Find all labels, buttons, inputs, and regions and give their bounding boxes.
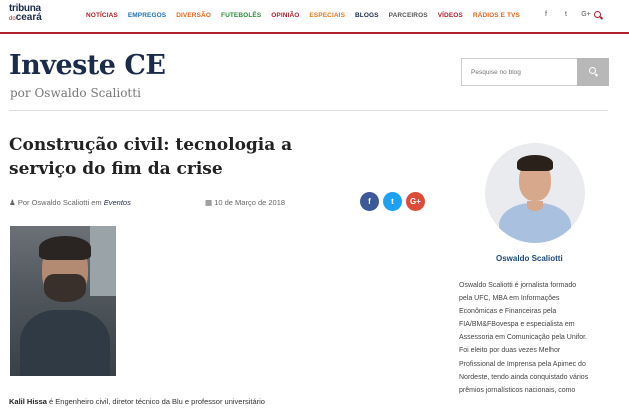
share-facebook-button[interactable]: f [360,192,379,211]
site-logo[interactable]: tribuna doceará [9,4,47,23]
bio-line: Nordeste, tendo ainda conquistado vários [459,373,589,381]
article-photo [10,226,116,376]
facebook-icon[interactable]: f [541,11,551,18]
article-title[interactable]: Construção civil: tecnologia a serviço d… [9,133,359,181]
article-category-link[interactable]: Eventos [104,198,131,207]
bio-line: FIA/BM&FBovespa e especialista em [459,321,575,329]
date-text: 10 de Março de 2018 [214,198,286,207]
google-plus-icon[interactable]: G+ [581,11,591,18]
bio-line: Foi eleito por duas vezes Melhor [459,347,561,355]
nav-item-especiais[interactable]: ESPECIAIS [309,12,345,19]
article-author: ♟ Por Oswaldo Scaliotti em Eventos [9,198,131,207]
share-buttons: f t G+ [360,192,425,211]
author-bio: Oswaldo Scaliotti é jornalista formado p… [459,279,619,397]
author-text: Por Oswaldo Scaliotti em [17,198,102,207]
nav-item-blogs[interactable]: BLOGS [355,12,379,19]
share-twitter-button[interactable]: t [383,192,402,211]
twitter-icon[interactable]: t [561,11,571,18]
bio-line: Profissional de Imprensa pela Apimec do [459,360,586,368]
nav-item-radios-tvs[interactable]: RÁDIOS E TVS [473,12,520,19]
header-divider [9,110,608,111]
blog-search [461,58,609,86]
nav-item-opiniao[interactable]: OPINIÃO [271,12,299,19]
calendar-icon: ▦ [205,198,213,207]
nav-item-noticias[interactable]: NOTÍCIAS [86,12,118,19]
user-icon: ♟ [9,198,16,207]
top-nav-bar: tribuna doceará NOTÍCIAS EMPREGOS DIVERS… [0,0,629,34]
blog-subtitle: por Oswaldo Scaliotti [10,86,141,100]
nav-item-parceiros[interactable]: PARCEIROS [389,12,428,19]
nav-item-empregos[interactable]: EMPREGOS [128,12,166,19]
caption-text: é Engenheiro civil, diretor técnico da B… [46,397,265,406]
caption-name: Kalil Hissa [9,397,47,406]
author-name[interactable]: Oswaldo Scaliotti [496,254,563,263]
blog-search-input[interactable] [461,58,577,86]
search-icon[interactable] [593,10,603,20]
bio-line: prêmios jornalísticos nacionais, como [459,386,576,394]
nav-item-futeboles[interactable]: FUTEBOLÊS [221,12,261,19]
main-nav: NOTÍCIAS EMPREGOS DIVERSÃO FUTEBOLÊS OPI… [86,12,530,19]
author-avatar [485,143,585,243]
share-google-plus-button[interactable]: G+ [406,192,425,211]
bio-line: pela UFC, MBA em Informações [459,295,560,303]
nav-item-videos[interactable]: VÍDEOS [438,12,463,19]
article-date: ▦ 10 de Março de 2018 [205,198,285,207]
bio-line: Oswaldo Scaliotti é jornalista formado [459,282,577,289]
logo-line2: doceará [9,12,42,23]
nav-item-diversao[interactable]: DIVERSÃO [176,12,211,19]
article-caption: Kalil Hissa é Engenheiro civil, diretor … [9,397,265,406]
blog-title[interactable]: Investe CE [9,50,166,81]
header-social-links: f t G+ [541,11,591,18]
blog-search-button[interactable] [577,58,609,86]
bio-line: Assessoria em Comunicação pela Unifor. [459,334,588,342]
bio-line: Econômicas e Financeiras pela [459,308,557,316]
